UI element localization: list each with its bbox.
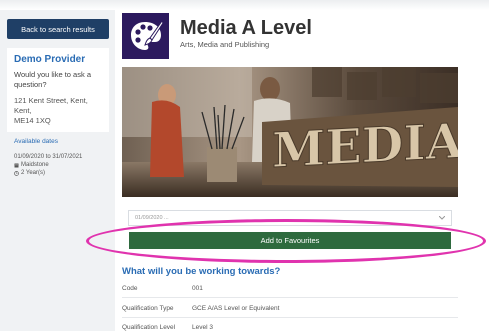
row-key: Qualification Type — [122, 305, 174, 312]
date-range-text: 01/09/2020 to 31/07/2021 — [14, 154, 83, 160]
media-photo: MEDIA — [122, 67, 458, 197]
location-text: Maidstone — [21, 162, 49, 168]
hero-media-word: MEDIA — [272, 113, 458, 179]
address-line-2: ME14 1XQ — [14, 116, 51, 125]
working-towards-title: What will you be working towards? — [122, 266, 281, 277]
provider-address: 121 Kent Street, Kent, Kent, ME14 1XQ — [14, 96, 102, 126]
back-to-search-button[interactable]: Back to search results — [7, 19, 109, 39]
building-icon — [14, 163, 19, 167]
row-key: Qualification Level — [122, 324, 176, 331]
course-title: Media A Level — [180, 17, 312, 39]
palette-brush-icon — [130, 20, 164, 50]
provider-card: Demo Provider Would you like to ask a qu… — [7, 48, 109, 132]
available-dates-card: Available dates 01/09/2020 to 31/07/2021… — [7, 134, 109, 186]
row-value: Level 3 — [192, 324, 213, 331]
available-dates-title: Available dates — [14, 138, 58, 145]
duration-line: 2 Year(s) — [14, 169, 102, 177]
course-logo — [122, 13, 169, 59]
date-select-value: 01/09/2020 ... — [135, 215, 169, 221]
provider-name-link[interactable]: Demo Provider — [14, 54, 102, 65]
chevron-down-icon — [439, 216, 445, 220]
qualification-row-level: Qualification Level Level 3 — [122, 318, 458, 331]
course-subject: Arts, Media and Publishing — [180, 40, 270, 49]
add-to-favourites-button[interactable]: Add to Favourites — [129, 232, 451, 249]
row-value: GCE A/AS Level or Equivalent — [192, 305, 280, 312]
date-range: 01/09/2020 to 31/07/2021 — [14, 153, 102, 161]
row-value: 001 — [192, 285, 203, 292]
clock-icon — [14, 170, 19, 176]
qualification-row-code: Code 001 — [122, 279, 458, 298]
location-line: Maidstone — [14, 161, 102, 169]
duration-text: 2 Year(s) — [21, 170, 46, 176]
ask-question-link[interactable]: Would you like to ask a question? — [14, 70, 102, 90]
row-key: Code — [122, 285, 138, 292]
qualification-row-type: Qualification Type GCE A/AS Level or Equ… — [122, 299, 458, 318]
date-select[interactable]: 01/09/2020 ... — [128, 210, 452, 226]
address-line-1: 121 Kent Street, Kent, Kent, — [14, 96, 88, 115]
course-hero-image: MEDIA — [122, 67, 458, 197]
top-strip — [0, 0, 489, 10]
